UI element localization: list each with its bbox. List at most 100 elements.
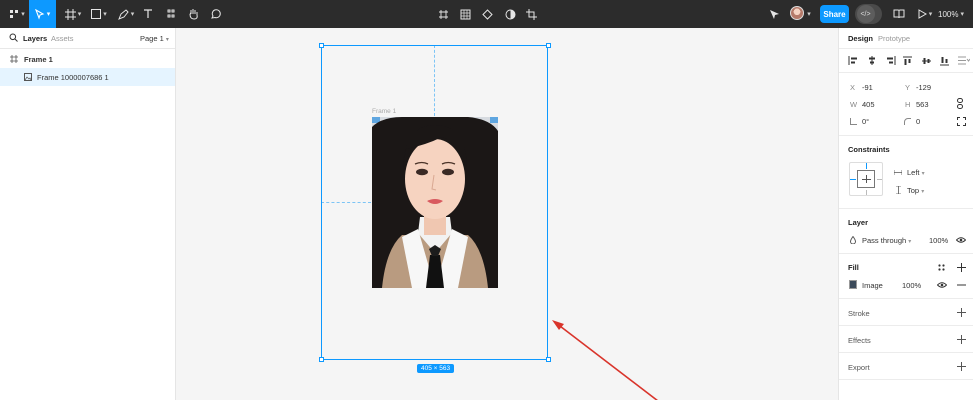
- share-button[interactable]: Share: [820, 5, 849, 23]
- tab-prototype[interactable]: Prototype: [878, 34, 910, 43]
- horizontal-constraint-select[interactable]: Left ▾: [907, 168, 925, 177]
- crop-button[interactable]: [524, 0, 538, 28]
- components-icon: [167, 9, 175, 18]
- effects-title[interactable]: Effects: [848, 336, 871, 345]
- chevron-down-icon: ▾: [165, 37, 169, 43]
- present-button[interactable]: ▾: [917, 0, 933, 28]
- figma-menu-icon: [10, 10, 19, 18]
- independent-corners-icon[interactable]: [957, 117, 966, 126]
- resources-button[interactable]: [164, 0, 178, 28]
- vertical-constraint-value: Top: [907, 186, 920, 195]
- blend-mode-value: Pass through: [862, 236, 907, 245]
- tab-design[interactable]: Design: [848, 34, 873, 43]
- dev-mode-toggle[interactable]: </>: [855, 4, 882, 24]
- rotation-icon: [850, 118, 857, 125]
- align-center-vertical-icon[interactable]: [922, 56, 931, 66]
- comment-tool-button[interactable]: [207, 0, 223, 28]
- align-right-icon[interactable]: [886, 56, 896, 65]
- grid-layout-button[interactable]: [458, 0, 472, 28]
- blend-mode-select[interactable]: Pass through ▾: [862, 236, 911, 245]
- tab-layers[interactable]: Layers: [23, 34, 47, 43]
- add-effect-icon[interactable]: [957, 335, 966, 344]
- stroke-title[interactable]: Stroke: [848, 309, 870, 318]
- rectangle-icon: [91, 9, 102, 19]
- styles-grid-icon[interactable]: [938, 264, 945, 271]
- vertical-constraint-select[interactable]: Top ▾: [907, 186, 924, 195]
- width-input[interactable]: 405: [862, 100, 875, 109]
- zoom-control[interactable]: 100% ▾: [938, 0, 964, 28]
- constraints-title: Constraints: [848, 145, 890, 154]
- hand-tool-button[interactable]: [185, 0, 201, 28]
- effects-section: Effects: [839, 326, 973, 353]
- add-export-icon[interactable]: [957, 362, 966, 371]
- w-label: W: [850, 100, 858, 109]
- component-button[interactable]: [480, 0, 494, 28]
- page-selector[interactable]: Page 1 ▾: [140, 34, 169, 43]
- tab-assets[interactable]: Assets: [51, 34, 74, 43]
- x-input[interactable]: -91: [862, 83, 873, 92]
- eye-icon[interactable]: [937, 282, 947, 288]
- corner-radius-input[interactable]: 0: [916, 117, 920, 126]
- height-input[interactable]: 563: [916, 100, 929, 109]
- stroke-section: Stroke: [839, 299, 973, 326]
- fill-opacity-input[interactable]: 100%: [902, 281, 921, 290]
- grid-icon: [460, 9, 470, 19]
- fill-title: Fill: [848, 263, 859, 272]
- blend-mode-icon: [850, 236, 856, 244]
- move-tool-button[interactable]: ▾: [29, 0, 56, 28]
- align-top-icon[interactable]: [903, 56, 912, 66]
- canvas[interactable]: Frame 1 405 × 563: [176, 28, 838, 400]
- frame-tool-button[interactable]: ▾: [62, 0, 84, 28]
- present-pointer-button[interactable]: [767, 0, 781, 28]
- main-menu-button[interactable]: ▾: [6, 0, 28, 28]
- corner-radius-icon: [904, 118, 911, 125]
- design-panel: Design Prototype X -91 Y -129 W 405 H 56…: [838, 28, 973, 400]
- rotation-input[interactable]: 0°: [862, 117, 869, 126]
- resize-handle-bottom-left[interactable]: [319, 357, 324, 362]
- distribute-icon[interactable]: [958, 56, 970, 65]
- align-center-horizontal-icon[interactable]: [867, 56, 877, 65]
- y-input[interactable]: -129: [916, 83, 931, 92]
- library-button[interactable]: [892, 0, 906, 28]
- layer-row-frame-1[interactable]: Frame 1: [0, 50, 175, 68]
- fill-type[interactable]: Image: [862, 281, 883, 290]
- search-icon[interactable]: [9, 33, 18, 42]
- layer-row-image[interactable]: Frame 1000007686 1: [0, 68, 175, 86]
- align-bottom-icon[interactable]: [940, 56, 949, 66]
- add-stroke-icon[interactable]: [957, 308, 966, 317]
- remove-fill-icon[interactable]: [957, 284, 966, 286]
- avatar-dropdown[interactable]: ▾: [804, 0, 812, 28]
- export-title[interactable]: Export: [848, 363, 870, 372]
- layers-panel: Layers Assets Page 1 ▾ Frame 1 Frame 100…: [0, 28, 176, 400]
- constrain-proportions-icon[interactable]: [957, 98, 963, 109]
- text-tool-button[interactable]: [141, 0, 155, 28]
- horizontal-constraint-icon: [894, 170, 902, 175]
- shape-tool-button[interactable]: ▾: [88, 0, 110, 28]
- resize-handle-top-right[interactable]: [546, 43, 551, 48]
- eye-icon[interactable]: [956, 237, 966, 243]
- constraint-cross-h: [862, 179, 871, 180]
- crop-frame-button[interactable]: [436, 0, 450, 28]
- fill-image-thumbnail[interactable]: [849, 280, 857, 289]
- constraint-top[interactable]: [866, 163, 867, 169]
- constraints-widget[interactable]: [849, 162, 883, 196]
- constraint-bottom[interactable]: [866, 190, 867, 195]
- constraint-left[interactable]: [850, 179, 856, 180]
- export-section: Export: [839, 353, 973, 380]
- resize-handle-top-left[interactable]: [319, 43, 324, 48]
- mask-button[interactable]: [503, 0, 517, 28]
- selection-outline[interactable]: [321, 45, 548, 360]
- left-panel-tabs: Layers Assets Page 1 ▾: [0, 28, 175, 49]
- constraint-right[interactable]: [877, 179, 882, 180]
- transform-section: X -91 Y -129 W 405 H 563 0° 0: [839, 73, 973, 136]
- align-left-icon[interactable]: [848, 56, 858, 65]
- user-avatar[interactable]: [790, 6, 804, 20]
- fill-section: Fill Image 100%: [839, 254, 973, 299]
- layer-opacity-input[interactable]: 100%: [929, 236, 948, 245]
- add-fill-icon[interactable]: [957, 263, 966, 272]
- layer-name: Frame 1: [24, 54, 53, 64]
- vertical-constraint-icon: [896, 186, 901, 194]
- image-layer-icon: [24, 73, 32, 81]
- pen-tool-button[interactable]: ▾: [114, 0, 138, 28]
- design-panel-tabs: Design Prototype: [839, 28, 973, 49]
